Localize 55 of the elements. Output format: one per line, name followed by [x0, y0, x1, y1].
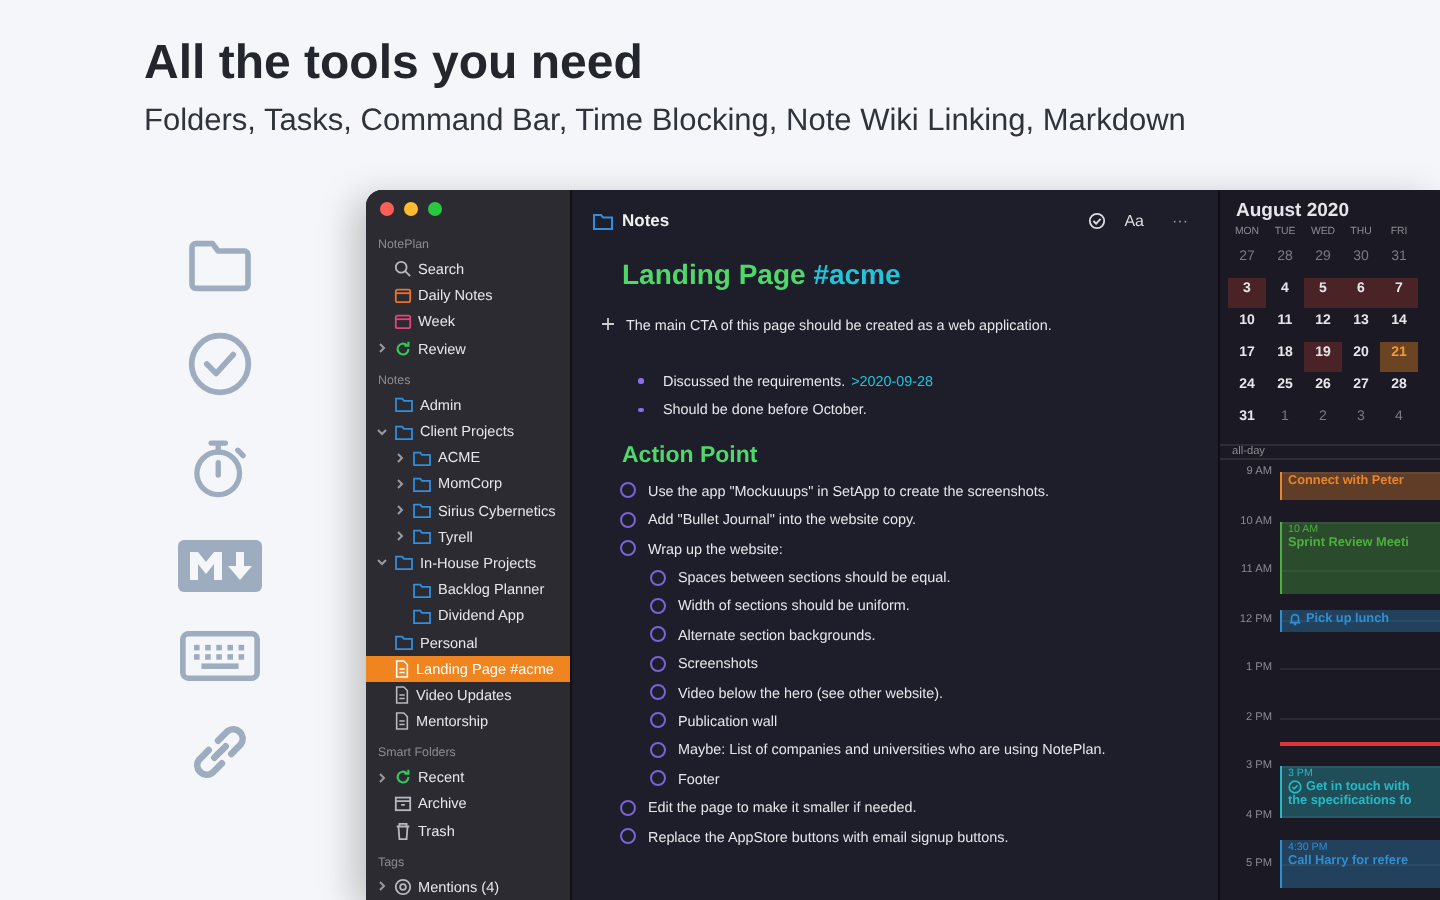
- chevron-icon[interactable]: [376, 425, 388, 438]
- plus-icon: [602, 318, 614, 331]
- chevron-icon[interactable]: [376, 771, 388, 784]
- bullet-icon: [638, 378, 643, 384]
- chevron-icon[interactable]: [394, 477, 406, 490]
- task-checkbox[interactable]: [620, 511, 636, 528]
- search-icon: [394, 260, 412, 279]
- task-checkbox[interactable]: [650, 770, 666, 787]
- task-checkbox[interactable]: [650, 597, 666, 614]
- task-checkbox[interactable]: [620, 799, 636, 816]
- font-button[interactable]: Aa: [1114, 211, 1154, 229]
- check-circle-icon: [185, 330, 253, 398]
- task-checkbox[interactable]: [650, 626, 666, 643]
- bullet-icon: [638, 407, 643, 413]
- zoom-button[interactable]: [428, 202, 442, 216]
- task-checkbox[interactable]: [620, 540, 636, 557]
- document-icon: [394, 685, 410, 704]
- chevron-icon[interactable]: [394, 504, 406, 517]
- chevron-icon[interactable]: [394, 530, 406, 543]
- task-checkbox[interactable]: [650, 655, 666, 672]
- document-icon: [394, 712, 410, 731]
- chevron-icon[interactable]: [394, 451, 406, 464]
- folder-icon: [183, 238, 255, 294]
- refresh-icon: [394, 339, 412, 358]
- month-title: August 2020: [1234, 198, 1351, 222]
- hashtag-link[interactable]: #acme: [813, 258, 901, 290]
- chevron-icon[interactable]: [376, 556, 388, 569]
- folder-icon: [592, 211, 614, 229]
- keyboard-icon: [177, 630, 261, 682]
- task-checkbox[interactable]: [620, 482, 636, 499]
- subheadline: Folders, Tasks, Command Bar, Time Blocking, Note Wiki Linking, Markdown: [144, 104, 1188, 140]
- section-heading: Action Point: [622, 444, 760, 469]
- more-button[interactable]: ···: [1162, 211, 1198, 229]
- folder-title: Notes: [622, 210, 670, 230]
- minimize-button[interactable]: [404, 202, 418, 216]
- close-button[interactable]: [380, 202, 394, 216]
- note-title: Landing Page: [622, 258, 806, 290]
- refresh-icon: [394, 768, 412, 787]
- trash-icon: [394, 821, 412, 840]
- chevron-icon[interactable]: [376, 880, 388, 893]
- task-checkbox[interactable]: [650, 684, 666, 701]
- headline: All the tools you need: [144, 36, 645, 92]
- task-checkbox[interactable]: [650, 712, 666, 729]
- chevron-icon[interactable]: [376, 342, 388, 355]
- calendar-icon: [394, 286, 412, 305]
- bell-icon: [1288, 612, 1302, 627]
- check-circle-icon[interactable]: [1088, 211, 1107, 229]
- archive-box-icon: [394, 794, 412, 813]
- document-icon: [394, 659, 410, 678]
- check-circle-icon: [1288, 780, 1302, 794]
- task-checkbox[interactable]: [620, 828, 636, 845]
- task-checkbox[interactable]: [650, 741, 666, 758]
- markdown-icon: [175, 538, 263, 594]
- task-checkbox[interactable]: [650, 569, 666, 586]
- calendar-icon: [394, 312, 412, 331]
